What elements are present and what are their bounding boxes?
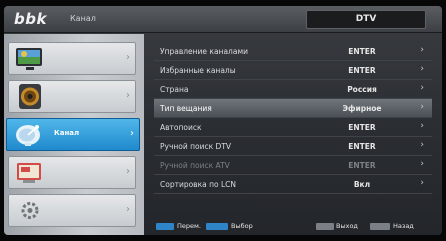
setting-label: Автопоиск <box>160 123 202 132</box>
setting-country[interactable]: Страна Россия › <box>154 80 432 99</box>
chevron-right-icon: › <box>126 166 130 177</box>
chevron-right-icon: › <box>420 140 424 150</box>
exit-hint: Выход <box>336 222 358 230</box>
setting-lcn-sort[interactable]: Сортировка по LCN Вкл › <box>154 175 432 194</box>
setting-label: Ручной поиск DTV <box>160 142 232 151</box>
key-hint-bar: Перем. Выбор Выход Назад <box>144 220 442 235</box>
exit-key-icon <box>316 223 334 230</box>
setting-manual-search-dtv[interactable]: Ручной поиск DTV ENTER › <box>154 137 432 156</box>
setting-value: ENTER <box>348 142 376 151</box>
setting-value: ENTER <box>348 66 376 75</box>
ok-key-icon <box>206 223 228 230</box>
setting-value: Эфирное <box>342 104 382 113</box>
move-hint: Перем. <box>177 222 201 230</box>
chevron-right-icon: › <box>420 178 424 188</box>
sidebar-item-features[interactable]: › <box>8 156 136 189</box>
header-bar: bbk Канал DTV <box>4 6 442 33</box>
sidebar-item-setup[interactable]: › <box>8 194 136 227</box>
back-hint: Назад <box>393 222 414 230</box>
features-icon <box>17 163 41 183</box>
setting-channel-management[interactable]: Управление каналами ENTER › <box>154 42 432 61</box>
chevron-right-icon: › <box>420 159 424 169</box>
setting-label: Ручной поиск ATV <box>160 161 230 170</box>
setting-label: Сортировка по LCN <box>160 180 237 189</box>
chevron-right-icon: › <box>126 204 130 215</box>
setting-value: ENTER <box>348 47 376 56</box>
sidebar-item-label: Канал <box>54 129 80 137</box>
chevron-right-icon: › <box>126 52 130 63</box>
chevron-right-icon: › <box>420 64 424 74</box>
picture-icon <box>16 48 42 70</box>
setting-value: Вкл <box>353 180 371 189</box>
setting-label: Страна <box>160 85 189 94</box>
sound-icon <box>19 84 41 109</box>
sidebar-item-channel[interactable]: Канал › <box>6 118 140 151</box>
brand-logo: bbk <box>14 10 47 28</box>
select-hint: Выбор <box>231 222 253 230</box>
chevron-right-icon: › <box>420 102 424 112</box>
setting-value: ENTER <box>348 161 376 170</box>
setting-broadcast-type[interactable]: Тип вещания Эфирное › <box>154 99 432 118</box>
setting-value: Россия <box>347 85 377 94</box>
chevron-right-icon: › <box>420 45 424 55</box>
input-source-indicator: DTV <box>306 10 426 29</box>
chevron-right-icon: › <box>126 90 130 101</box>
tv-menu-screen: bbk Канал DTV › › Канал › › › Управление… <box>4 6 442 235</box>
menu-title: Канал <box>70 14 96 23</box>
chevron-right-icon: › <box>420 121 424 131</box>
setting-auto-search[interactable]: Автопоиск ENTER › <box>154 118 432 137</box>
setting-manual-search-atv: Ручной поиск ATV ENTER › <box>154 156 432 175</box>
satellite-dish-icon <box>16 125 40 146</box>
setting-favorite-channels[interactable]: Избранные каналы ENTER › <box>154 61 432 80</box>
setting-label: Тип вещания <box>160 104 212 113</box>
channel-settings-list: Управление каналами ENTER › Избранные ка… <box>154 42 432 194</box>
setup-icon <box>21 202 39 219</box>
move-key-icon <box>156 223 174 230</box>
sidebar-item-sound[interactable]: › <box>8 80 136 113</box>
setting-value: ENTER <box>348 123 376 132</box>
category-sidebar: › › Канал › › › <box>4 34 144 235</box>
setting-label: Управление каналами <box>160 47 248 56</box>
chevron-right-icon: › <box>130 128 134 139</box>
setting-label: Избранные каналы <box>160 66 236 75</box>
chevron-right-icon: › <box>420 83 424 93</box>
back-key-icon <box>370 223 390 230</box>
sidebar-item-picture[interactable]: › <box>8 42 136 75</box>
